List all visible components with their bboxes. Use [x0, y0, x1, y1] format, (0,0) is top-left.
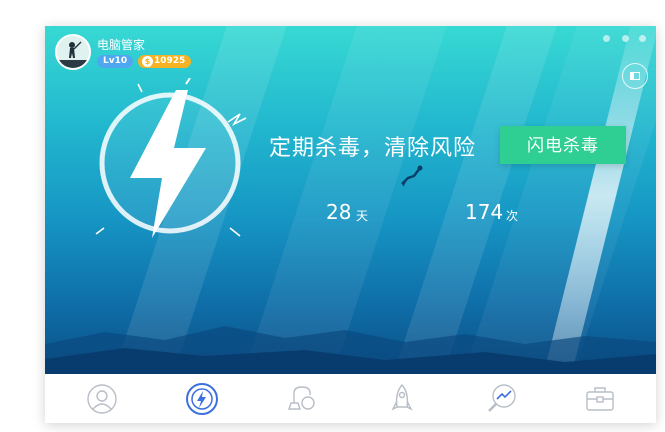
scan-headline: 定期杀毒，清除风险 — [269, 136, 477, 161]
bottom-navigation — [45, 374, 656, 423]
scan-count-unit: 次 — [506, 209, 519, 223]
nav-item-antivirus[interactable] — [184, 381, 220, 417]
user-profile-icon — [87, 384, 117, 414]
seabed-silhouette — [45, 326, 656, 374]
coins-badge[interactable]: $ 10925 — [138, 55, 192, 68]
window-dot[interactable] — [639, 35, 646, 42]
golfer-avatar-icon — [57, 36, 89, 68]
app-window: 电脑管家 Lv10 $ 10925 定期杀毒，清除风险 闪电杀毒 28 天 17… — [45, 26, 656, 423]
level-badge[interactable]: Lv10 — [97, 55, 134, 68]
nav-item-toolbox[interactable] — [582, 381, 618, 417]
vacuum-cleaner-icon — [288, 386, 315, 410]
lightning-scan-icon — [186, 383, 218, 415]
coins-value: 10925 — [154, 56, 186, 66]
sidebar-toggle-button[interactable] — [622, 63, 648, 89]
coin-icon: $ — [142, 56, 153, 67]
rocket-icon — [391, 383, 413, 411]
app-title: 电脑管家 — [97, 38, 146, 52]
nav-item-diagnose[interactable] — [484, 381, 520, 417]
user-avatar[interactable] — [55, 34, 91, 70]
lightning-emblem — [90, 77, 250, 248]
window-dot[interactable] — [622, 35, 629, 42]
lightning-bolt-icon — [95, 77, 247, 238]
days-unit: 天 — [356, 209, 369, 223]
nav-item-profile[interactable] — [84, 381, 120, 417]
magnifier-trend-icon — [488, 384, 516, 412]
nav-item-speedup[interactable] — [384, 381, 420, 417]
scan-count-value: 174 — [465, 200, 504, 224]
panel-icon — [630, 72, 640, 80]
nav-item-cleanup[interactable] — [284, 381, 320, 417]
hero-banner: 电脑管家 Lv10 $ 10925 定期杀毒，清除风险 闪电杀毒 28 天 17… — [45, 26, 656, 374]
quick-scan-button[interactable]: 闪电杀毒 — [500, 126, 626, 164]
days-value: 28 — [326, 200, 352, 224]
window-dot[interactable] — [603, 35, 610, 42]
toolbox-icon — [586, 387, 614, 411]
diver-icon — [401, 165, 423, 187]
